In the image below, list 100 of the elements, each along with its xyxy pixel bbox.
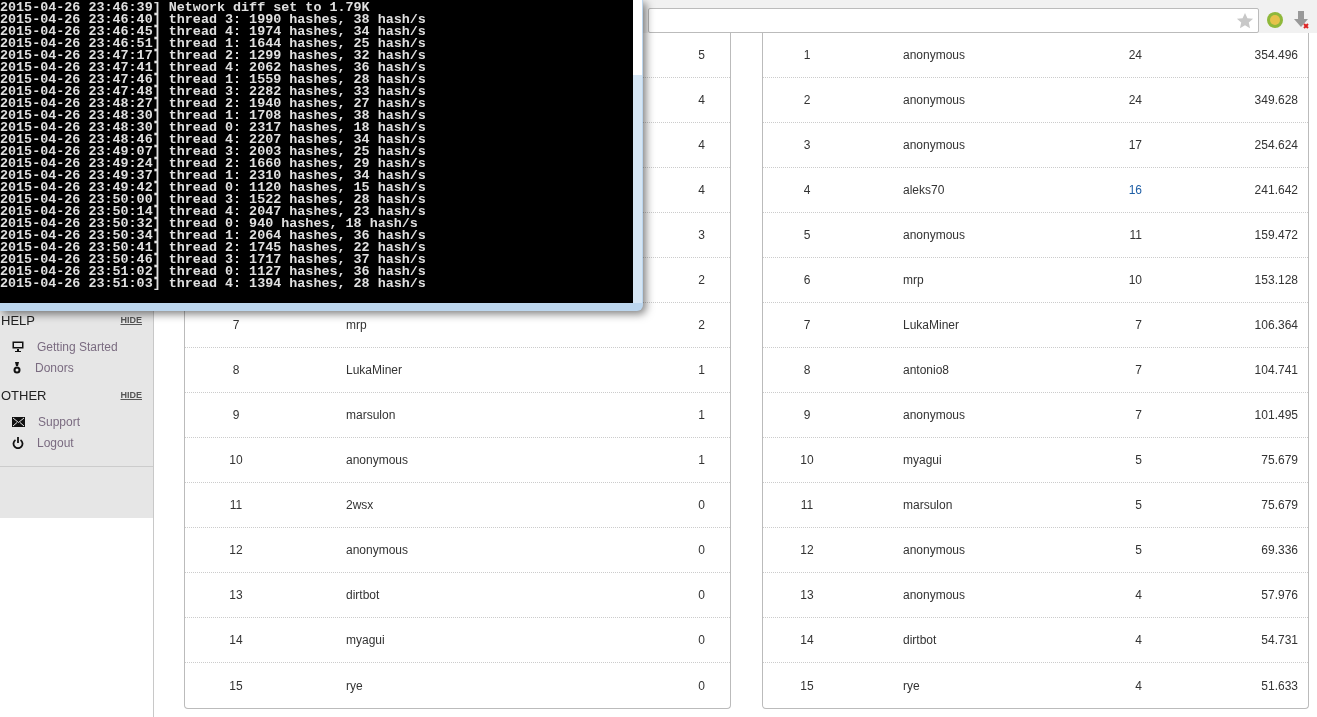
sidebar-link[interactable]: Getting Started <box>0 336 153 357</box>
console-line: 2015-04-26 23:46:45] thread 4: 1974 hashes, 34 hash/s <box>0 26 427 38</box>
name-cell-text: LukaMiner <box>902 317 961 334</box>
hide-link[interactable]: HIDE <box>120 314 142 328</box>
score-cell-text: 354.496 <box>1253 47 1298 64</box>
console-line: 2015-04-26 23:48:30] thread 0: 2317 hashes, 18 hash/s <box>0 122 427 134</box>
rank-cell-text: 7 <box>231 317 241 334</box>
name-cell-text: myagui <box>902 452 943 469</box>
rank-cell-text: 9 <box>231 407 241 424</box>
count-cell-text: 5 <box>1134 542 1142 559</box>
rank-cell-text: 12 <box>228 542 244 559</box>
console-line: 2015-04-26 23:47:17] thread 2: 1299 hashes, 32 hash/s <box>0 50 427 62</box>
sidebar-link[interactable]: Donors <box>0 357 153 378</box>
name-cell-text: anonymous <box>902 407 967 424</box>
name-cell-text: rye <box>345 677 364 695</box>
rank-cell-text: 11 <box>228 497 244 514</box>
score-cell-text: 69.336 <box>1260 542 1298 559</box>
name-cell-text: mrp <box>345 317 368 334</box>
name-cell-text: marsulon <box>345 407 397 424</box>
rank-cell-text: 3 <box>802 137 812 154</box>
rank-cell-text: 12 <box>799 542 815 559</box>
extension-icon[interactable] <box>1265 10 1285 30</box>
rank-cell-text: 4 <box>802 182 812 199</box>
rank-cell-text: 13 <box>799 587 815 604</box>
name-cell-text: anonymous <box>902 137 967 154</box>
console-line: 2015-04-26 23:48:46] thread 4: 2207 hashes, 34 hash/s <box>0 134 427 146</box>
count-link[interactable]: 16 <box>1093 181 1142 199</box>
download-icon[interactable] <box>1293 10 1309 30</box>
name-cell-text: myagui <box>345 632 386 649</box>
section-title: OTHER <box>1 387 47 406</box>
count-cell-text: 0 <box>697 587 705 604</box>
star-icon[interactable] <box>1236 11 1254 30</box>
count-cell-text: 5 <box>1134 497 1142 514</box>
count-cell-text: 0 <box>697 677 705 695</box>
score-cell-text: 51.633 <box>1260 677 1298 695</box>
console-line: 2015-04-26 23:51:02] thread 0: 1127 hashes, 36 hash/s <box>0 266 427 278</box>
count-cell-text: 2 <box>697 272 705 289</box>
name-cell-text: marsulon <box>902 497 954 514</box>
count-cell-text: 7 <box>1134 407 1142 424</box>
score-cell-text: 57.976 <box>1260 587 1298 604</box>
count-cell-text: 4 <box>1134 632 1142 649</box>
hide-link[interactable]: HIDE <box>120 389 142 403</box>
count-cell-text: 4 <box>697 92 705 109</box>
name-cell-text: rye <box>902 677 921 695</box>
rank-cell-text: 8 <box>231 362 241 379</box>
name-cell-text: aleks70 <box>902 182 946 199</box>
count-cell-text: 7 <box>1134 362 1142 379</box>
name-cell-text: anonymous <box>345 452 410 469</box>
score-cell-text: 104.741 <box>1253 362 1298 379</box>
console-line: 2015-04-26 23:50:00] thread 3: 1522 hashes, 28 hash/s <box>0 194 427 206</box>
rank-cell-text: 13 <box>228 587 244 604</box>
rank-cell-text: 10 <box>228 452 244 469</box>
address-bar[interactable] <box>648 8 1259 33</box>
console-line: 2015-04-26 23:50:41] thread 2: 1745 hashes, 22 hash/s <box>0 242 427 254</box>
score-cell-text: 75.679 <box>1260 452 1298 469</box>
count-cell-text: 4 <box>1134 587 1142 604</box>
name-cell-text: mrp <box>902 272 925 289</box>
score-cell-text: 241.642 <box>1253 182 1298 199</box>
power-icon <box>12 436 24 449</box>
score-cell-text: 159.472 <box>1253 227 1298 244</box>
count-cell-text: 4 <box>697 137 705 154</box>
sidebar-link[interactable]: Support <box>0 411 153 432</box>
rank-cell-text: 10 <box>799 452 815 469</box>
name-cell-text: antonio8 <box>902 362 951 379</box>
scrollbar[interactable] <box>633 0 642 303</box>
count-cell-text: 17 <box>1127 137 1142 154</box>
count-cell-text: 10 <box>1127 272 1142 289</box>
console-line: 2015-04-26 23:48:27] thread 2: 1940 hashes, 27 hash/s <box>0 98 427 110</box>
section-title: HELP <box>1 312 35 331</box>
count-cell-text: 7 <box>1134 317 1142 334</box>
name-cell-text: anonymous <box>902 587 967 604</box>
score-cell-text: 349.628 <box>1253 92 1298 109</box>
name-cell-text: anonymous <box>902 542 967 559</box>
rank-cell-text: 9 <box>802 407 812 424</box>
console-line: 2015-04-26 23:50:32] thread 0: 940 hashes, 18 hash/s <box>0 218 418 230</box>
console-line: 2015-04-26 23:47:46] thread 1: 1559 hashes, 28 hash/s <box>0 74 427 86</box>
count-cell-text: 24 <box>1127 92 1142 109</box>
name-cell-text: 2wsx <box>345 497 375 514</box>
console-line: 2015-04-26 23:51:03] thread 4: 1394 hashes, 28 hash/s <box>0 278 427 290</box>
console-line: 2015-04-26 23:46:39] Network diff set to 1.79K <box>0 2 371 14</box>
name-cell-text: anonymous <box>345 542 410 559</box>
console-line: 2015-04-26 23:50:34] thread 1: 2064 hashes, 36 hash/s <box>0 230 427 242</box>
rank-cell-text: 6 <box>802 272 812 289</box>
monitor-icon <box>12 341 24 352</box>
sidebar-link[interactable]: Logout <box>0 432 153 453</box>
count-cell-text: 11 <box>1128 227 1142 244</box>
rank-cell-text: 11 <box>799 497 815 514</box>
count-cell-text: 1 <box>697 407 705 424</box>
rank-cell-text: 2 <box>802 92 812 109</box>
count-cell-text: 4 <box>1134 677 1142 695</box>
envelope-icon <box>12 416 25 427</box>
rank-cell-text: 7 <box>802 317 812 334</box>
medal-icon <box>12 361 22 374</box>
rank-cell-text: 15 <box>228 677 244 695</box>
count-cell-text: 3 <box>697 227 705 244</box>
rank-cell-text: 1 <box>802 47 812 64</box>
name-cell-text: anonymous <box>902 47 967 64</box>
console-line: 2015-04-26 23:49:07] thread 3: 2003 hashes, 25 hash/s <box>0 146 427 158</box>
count-cell-text: 5 <box>697 47 705 64</box>
console-line: 2015-04-26 23:50:46] thread 3: 1717 hashes, 37 hash/s <box>0 254 427 266</box>
